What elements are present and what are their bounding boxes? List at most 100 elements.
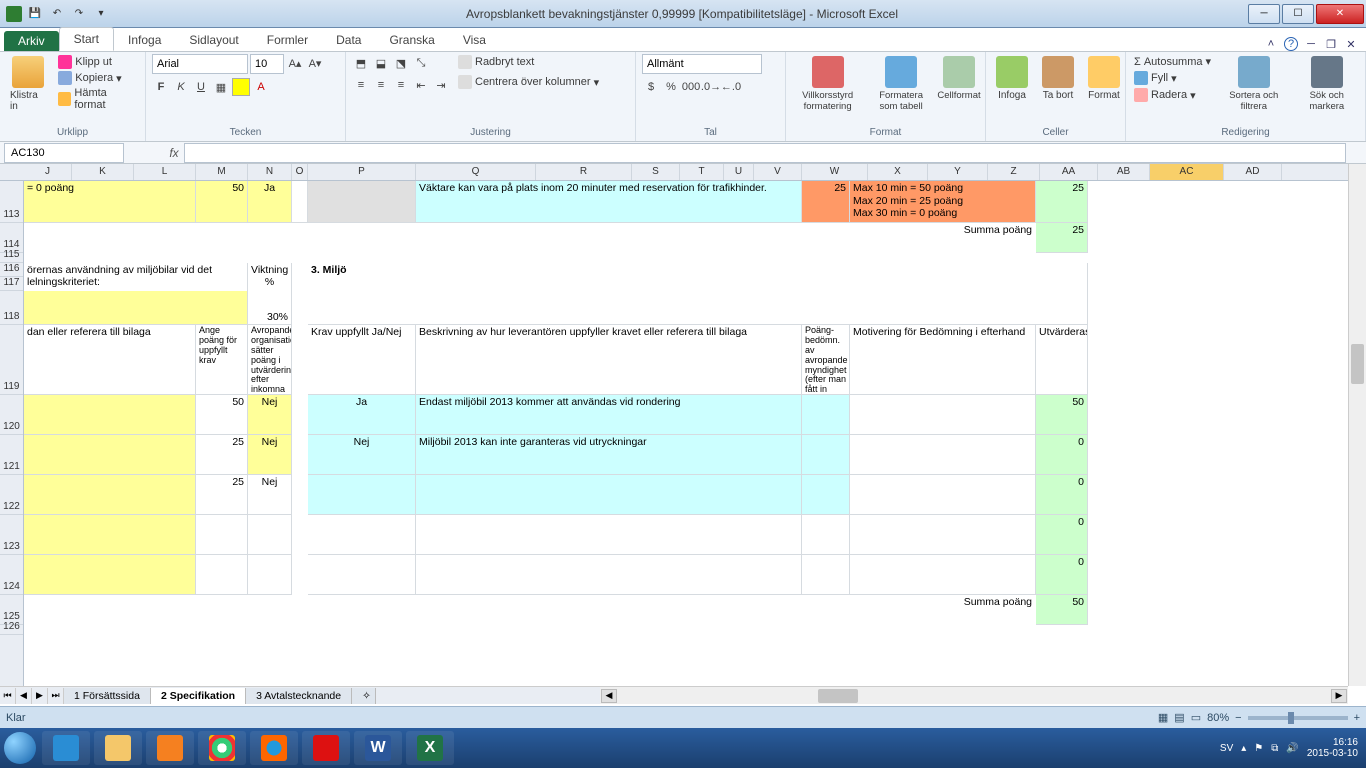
align-left-icon[interactable]: ≡	[352, 76, 370, 94]
font-color-button[interactable]: A	[252, 78, 270, 96]
cell[interactable]: 0	[1036, 515, 1088, 555]
cell[interactable]	[196, 515, 248, 555]
cell[interactable]: Max 10 min = 50 poäng Max 20 min = 25 po…	[850, 181, 1036, 223]
currency-icon[interactable]: $	[642, 78, 660, 96]
cell[interactable]: Motivering för Bedömning i efterhand	[850, 325, 1036, 395]
col-header-O[interactable]: O	[292, 164, 308, 180]
cell[interactable]: 30%	[248, 291, 292, 325]
align-bottom-icon[interactable]: ⬔	[392, 54, 410, 72]
clear-button[interactable]: Radera ▾	[1132, 87, 1213, 103]
formula-bar[interactable]	[184, 143, 1346, 163]
cell[interactable]: 25	[196, 435, 248, 475]
col-header-M[interactable]: M	[196, 164, 248, 180]
taskbar-excel[interactable]: X	[406, 731, 454, 765]
taskbar-firefox[interactable]	[250, 731, 298, 765]
row-header-119[interactable]: 119	[0, 325, 23, 395]
taskbar-explorer[interactable]	[94, 731, 142, 765]
cell[interactable]	[24, 291, 248, 325]
col-header-Y[interactable]: Y	[928, 164, 988, 180]
tray-clock[interactable]: 16:16 2015-03-10	[1307, 737, 1358, 759]
tray-flag-icon[interactable]: ⚑	[1254, 743, 1263, 754]
sheet-tab-2[interactable]: 2 Specifikation	[151, 688, 246, 704]
col-header-S[interactable]: S	[632, 164, 680, 180]
insert-cells-button[interactable]: Infoga	[992, 54, 1032, 103]
fill-button[interactable]: Fyll ▾	[1132, 70, 1213, 86]
cell[interactable]	[24, 475, 196, 515]
row-header-121[interactable]: 121	[0, 435, 23, 475]
copy-button[interactable]: Kopiera ▾	[56, 70, 139, 86]
cell[interactable]: 25	[1036, 181, 1088, 223]
cell[interactable]	[308, 475, 416, 515]
align-center-icon[interactable]: ≡	[372, 76, 390, 94]
zoom-in-button[interactable]: +	[1354, 712, 1360, 724]
cell[interactable]: 25	[802, 181, 850, 223]
paste-button[interactable]: Klistra in	[6, 54, 50, 114]
cell[interactable]	[1088, 181, 1330, 223]
tab-nav-prev-icon[interactable]: ◀	[16, 688, 32, 704]
cell[interactable]	[802, 435, 850, 475]
tab-infoga[interactable]: Infoga	[114, 29, 175, 51]
redo-icon[interactable]: ↷	[70, 5, 88, 23]
tab-granska[interactable]: Granska	[375, 29, 448, 51]
cell[interactable]	[24, 515, 196, 555]
workbook-close-icon[interactable]: ✕	[1344, 37, 1358, 51]
font-size-combo[interactable]: 10	[250, 54, 284, 74]
col-header-N[interactable]: N	[248, 164, 292, 180]
col-header-T[interactable]: T	[680, 164, 724, 180]
find-select-button[interactable]: Sök och markera	[1295, 54, 1359, 114]
minimize-button[interactable]: ─	[1248, 4, 1280, 24]
cell[interactable]: Beskrivning av hur leverantören uppfylle…	[416, 325, 802, 395]
col-header-AC[interactable]: AC	[1150, 164, 1224, 180]
name-box[interactable]: AC130	[4, 143, 124, 163]
zoom-out-button[interactable]: −	[1235, 712, 1241, 724]
cell[interactable]: Väktare kan vara på plats inom 20 minute…	[416, 181, 802, 223]
view-break-icon[interactable]: ▭	[1191, 711, 1201, 724]
cell[interactable]	[416, 515, 802, 555]
cell[interactable]	[850, 515, 1036, 555]
cell[interactable]	[24, 435, 196, 475]
col-header-V[interactable]: V	[754, 164, 802, 180]
percent-icon[interactable]: %	[662, 78, 680, 96]
delete-cells-button[interactable]: Ta bort	[1038, 54, 1078, 103]
cell[interactable]	[308, 515, 416, 555]
zoom-percent[interactable]: 80%	[1207, 712, 1229, 724]
col-header-Z[interactable]: Z	[988, 164, 1040, 180]
border-button[interactable]: ▦	[212, 78, 230, 96]
cell[interactable]	[24, 223, 802, 253]
fill-color-button[interactable]	[232, 78, 250, 96]
zoom-slider[interactable]	[1248, 716, 1348, 720]
hscroll-right-icon[interactable]: ▶	[1331, 689, 1347, 703]
indent-inc-icon[interactable]: ⇥	[432, 76, 450, 94]
conditional-formatting-button[interactable]: Villkorsstyrd formatering	[792, 54, 863, 114]
grow-font-icon[interactable]: A▴	[286, 54, 304, 72]
cell[interactable]: = 0 poäng	[24, 181, 196, 223]
taskbar-mail[interactable]	[302, 731, 350, 765]
cell[interactable]: örernas användning av miljöbilar vid det…	[24, 263, 248, 291]
indent-dec-icon[interactable]: ⇤	[412, 76, 430, 94]
view-normal-icon[interactable]: ▦	[1158, 711, 1168, 724]
cell[interactable]: Nej	[248, 395, 292, 435]
row-header-113[interactable]: 113	[0, 181, 23, 223]
col-header-AA[interactable]: AA	[1040, 164, 1098, 180]
tray-lang[interactable]: SV	[1220, 743, 1233, 754]
new-sheet-button[interactable]: ✧	[352, 688, 376, 704]
sheet-tab-1[interactable]: 1 Försättssida	[64, 688, 151, 704]
start-button[interactable]	[0, 728, 40, 768]
col-header-J[interactable]: J	[24, 164, 72, 180]
cell[interactable]: 25	[196, 475, 248, 515]
tab-start[interactable]: Start	[59, 27, 114, 51]
tab-formler[interactable]: Formler	[253, 29, 322, 51]
cell[interactable]	[850, 555, 1036, 595]
row-header-122[interactable]: 122	[0, 475, 23, 515]
orientation-icon[interactable]: ⤡	[412, 54, 430, 72]
cell[interactable]: Ja	[248, 181, 292, 223]
taskbar-chrome[interactable]	[198, 731, 246, 765]
view-layout-icon[interactable]: ▤	[1174, 711, 1184, 724]
cell[interactable]: Nej	[248, 475, 292, 515]
cell[interactable]	[850, 475, 1036, 515]
row-header-120[interactable]: 120	[0, 395, 23, 435]
workbook-restore-icon[interactable]: ❐	[1324, 37, 1338, 51]
cell[interactable]: 0	[1036, 475, 1088, 515]
hscroll-track[interactable]	[618, 689, 1330, 703]
row-header-126[interactable]: 126	[0, 625, 23, 635]
